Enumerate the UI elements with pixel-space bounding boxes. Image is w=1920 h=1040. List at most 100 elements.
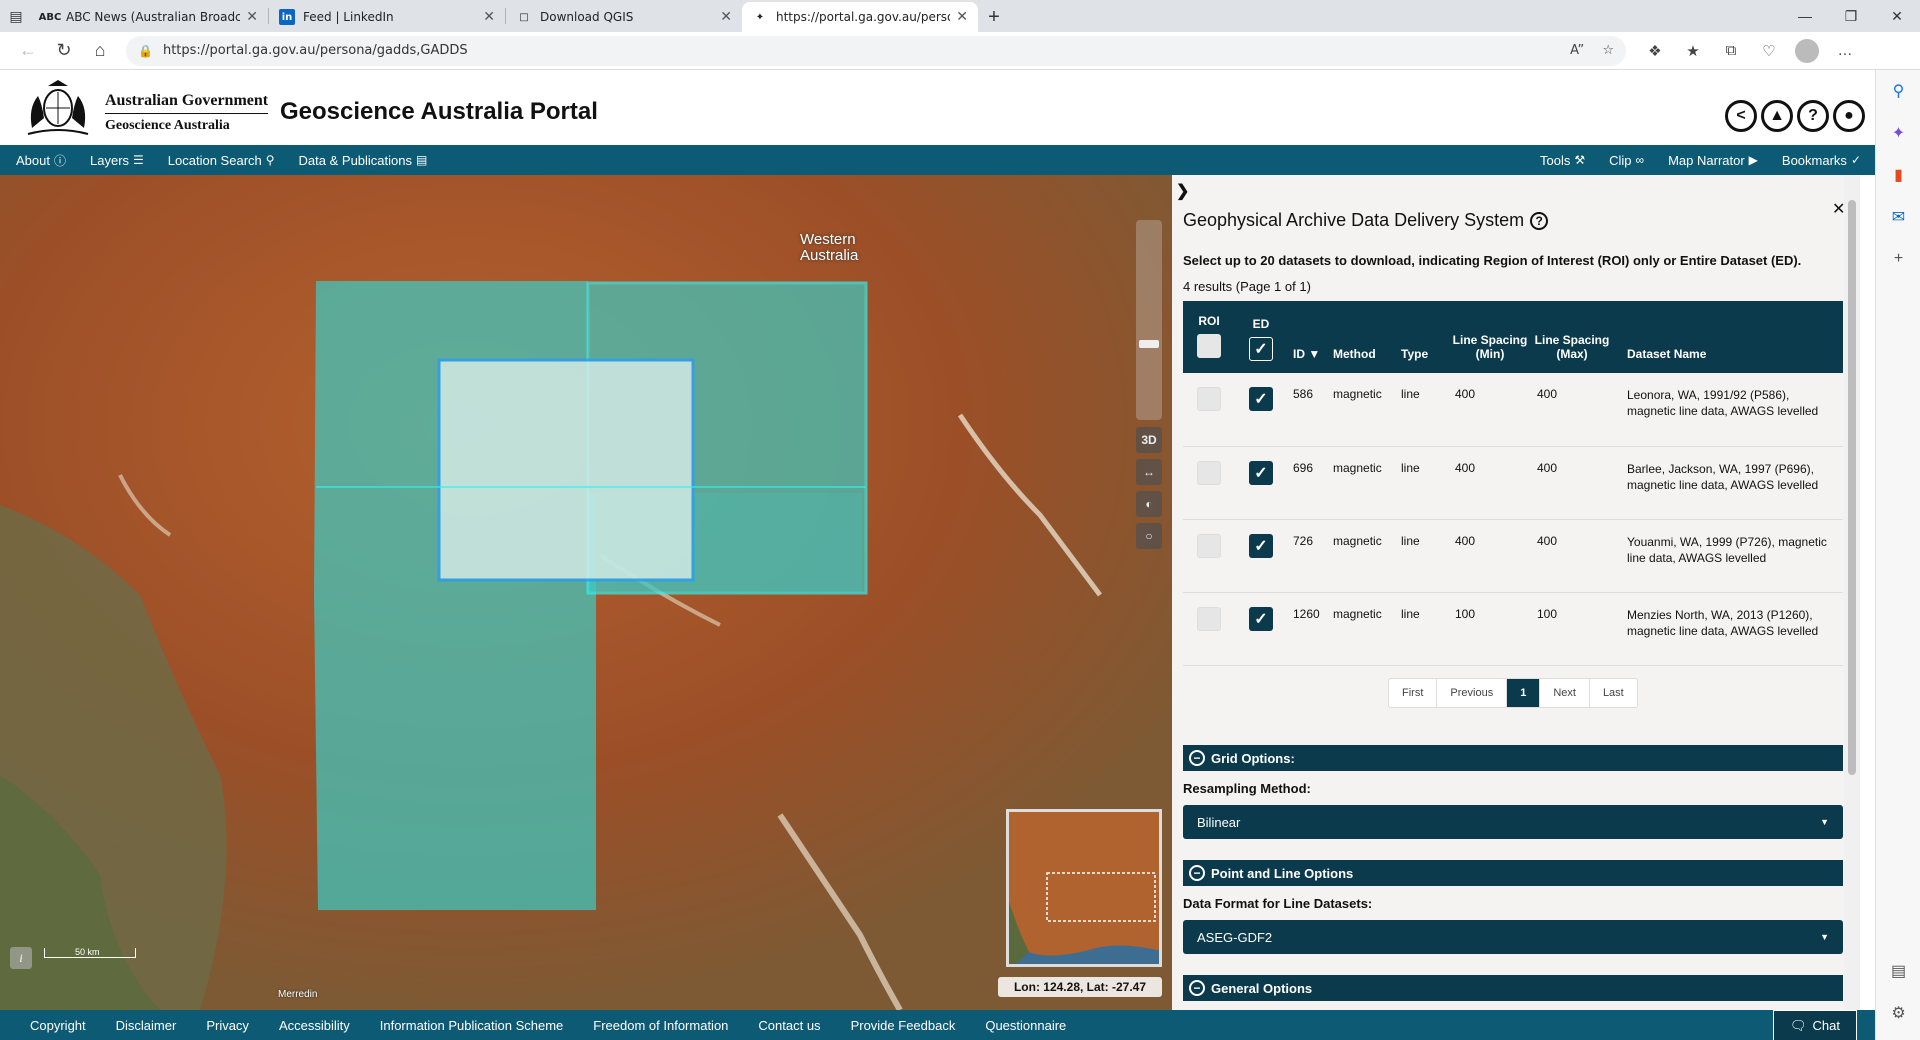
close-icon[interactable]: ✕ [720, 9, 732, 25]
footer-link-privacy[interactable]: Privacy [191, 1018, 264, 1033]
panel-scrollbar[interactable] [1844, 175, 1860, 1010]
general-options-header[interactable]: − General Options [1183, 975, 1843, 1001]
map-canvas[interactable]: Western Australia 3D ↔ ◐ ○ Lon: 124.28, … [0, 175, 1172, 1010]
footer-link-foi[interactable]: Freedom of Information [578, 1018, 743, 1033]
footer-link-questionnaire[interactable]: Questionnaire [970, 1018, 1081, 1033]
nav-layers[interactable]: Layers ☰ [74, 153, 152, 168]
outlook-icon[interactable]: ✉ [1876, 196, 1920, 238]
nav-about[interactable]: About ⓘ [0, 152, 74, 169]
roi-checkbox[interactable] [1197, 460, 1221, 485]
reset-view-icon[interactable]: ○ [1136, 523, 1162, 549]
globe-icon[interactable]: ◐ [1136, 491, 1162, 517]
compare-icon[interactable]: ↔ [1136, 459, 1162, 485]
nav-map-narrator[interactable]: Map Narrator ▶ [1652, 153, 1766, 168]
nav-clip[interactable]: Clip ∞ [1593, 153, 1652, 168]
ed-checkbox[interactable]: ✓ [1249, 387, 1273, 411]
roi-cell [1183, 519, 1235, 592]
user-icon[interactable]: ● [1833, 100, 1865, 132]
footer-link-contact[interactable]: Contact us [743, 1018, 835, 1033]
nav-bookmarks[interactable]: Bookmarks ✓ [1766, 153, 1875, 168]
panel-instructions: Select up to 20 datasets to download, in… [1183, 253, 1802, 268]
page-first-button[interactable]: First [1389, 679, 1438, 707]
collapse-icon[interactable]: − [1189, 750, 1205, 766]
page-1-button[interactable]: 1 [1507, 679, 1541, 707]
browser-tab[interactable]: in Feed | LinkedIn ✕ [269, 2, 505, 32]
footer-link-accessibility[interactable]: Accessibility [264, 1018, 365, 1033]
browser-essentials-icon[interactable]: ♡ [1750, 36, 1788, 66]
close-icon[interactable]: ✕ [246, 9, 258, 25]
cell-id: 586 [1293, 387, 1314, 401]
browser-tab[interactable]: ABC ABC News (Australian Broadcasti ✕ [32, 2, 268, 32]
roi-checkbox[interactable] [1197, 387, 1221, 411]
office-icon[interactable]: ▮ [1876, 154, 1920, 196]
help-icon[interactable]: ? [1797, 100, 1829, 132]
collapse-icon[interactable]: − [1189, 865, 1205, 881]
point-line-options-header[interactable]: − Point and Line Options [1183, 860, 1843, 886]
sort-down-icon[interactable]: ▼ [1308, 347, 1320, 361]
info-button[interactable]: i [10, 947, 32, 969]
back-button[interactable]: ← [10, 35, 46, 67]
3d-toggle-button[interactable]: 3D [1136, 427, 1162, 453]
lock-icon[interactable]: 🔒 [138, 44, 153, 58]
page-last-button[interactable]: Last [1590, 679, 1637, 707]
resampling-select[interactable]: Bilinear ▼ [1183, 805, 1843, 839]
search-icon[interactable]: ⚲ [1876, 70, 1920, 112]
home-button[interactable]: ⌂ [82, 35, 118, 67]
avatar[interactable] [1795, 38, 1819, 63]
resampling-value: Bilinear [1197, 814, 1241, 830]
roi-checkbox[interactable] [1197, 533, 1221, 558]
page-next-button[interactable]: Next [1540, 679, 1590, 707]
sidebar-layout-icon[interactable]: ▤ [1876, 950, 1920, 992]
nav-data-publications[interactable]: Data & Publications ▤ [283, 153, 436, 168]
footer-link-copyright[interactable]: Copyright [0, 1018, 101, 1033]
grid-options-header[interactable]: − Grid Options: [1183, 745, 1843, 771]
chat-button[interactable]: 🗨 Chat [1773, 1010, 1857, 1040]
extensions-icon[interactable]: ❖ [1636, 36, 1674, 66]
roi-checkbox[interactable] [1197, 606, 1221, 631]
roi-selection-box[interactable] [437, 358, 695, 582]
select-all-ed-checkbox[interactable]: ✓ [1249, 337, 1273, 361]
restore-icon[interactable]: ❐ [1828, 0, 1874, 32]
url-text[interactable]: https://portal.ga.gov.au/persona/gadds,G… [163, 43, 1556, 58]
refresh-button[interactable]: ↻ [46, 35, 82, 67]
new-tab-button[interactable]: + [978, 2, 1010, 32]
ed-checkbox[interactable]: ✓ [1249, 533, 1273, 558]
footer-link-disclaimer[interactable]: Disclaimer [101, 1018, 192, 1033]
nav-tools[interactable]: Tools ⚒ [1524, 153, 1593, 168]
tab-actions-icon[interactable]: ▤ [0, 0, 32, 32]
url-field[interactable]: 🔒 https://portal.ga.gov.au/persona/gadds… [126, 35, 1626, 66]
favorites-icon[interactable]: ★ [1674, 36, 1712, 66]
add-icon[interactable]: + [1876, 238, 1920, 280]
col-id[interactable]: ID ▼ [1287, 301, 1333, 373]
minimize-icon[interactable]: — [1782, 0, 1828, 32]
page-previous-button[interactable]: Previous [1437, 679, 1508, 707]
share-icon[interactable]: < [1725, 100, 1757, 132]
persona-icon[interactable]: ▲ [1761, 100, 1793, 132]
more-icon[interactable]: … [1826, 36, 1864, 66]
add-favorite-icon[interactable]: ☆ [1602, 43, 1614, 58]
data-format-select[interactable]: ASEG-GDF2 ▼ [1183, 920, 1843, 954]
copilot-icon[interactable]: ✦ [1876, 112, 1920, 154]
overview-minimap[interactable] [1006, 809, 1162, 967]
read-aloud-icon[interactable]: A” [1570, 43, 1584, 58]
select-all-roi-checkbox[interactable] [1197, 334, 1221, 358]
footer-link-ips[interactable]: Information Publication Scheme [365, 1018, 579, 1033]
window-controls: — ❐ ✕ [1782, 0, 1920, 32]
zoom-slider-thumb[interactable] [1139, 340, 1159, 348]
close-icon[interactable]: ✕ [483, 9, 495, 25]
scrollbar-thumb[interactable] [1848, 200, 1856, 775]
collections-icon[interactable]: ⧉ [1712, 36, 1750, 66]
collapse-panel-icon[interactable]: ❯ [1176, 181, 1189, 201]
browser-tab-active[interactable]: ✦ https://portal.ga.gov.au/persona ✕ [742, 2, 978, 32]
ed-checkbox[interactable]: ✓ [1249, 606, 1273, 631]
help-icon[interactable]: ? [1530, 211, 1549, 230]
settings-icon[interactable]: ⚙ [1876, 992, 1920, 1034]
browser-tab[interactable]: □ Download QGIS ✕ [506, 2, 742, 32]
ed-checkbox[interactable]: ✓ [1249, 460, 1273, 485]
close-icon[interactable]: ✕ [956, 9, 968, 25]
zoom-slider[interactable] [1136, 220, 1162, 420]
nav-location-search[interactable]: Location Search ⚲ [152, 153, 283, 168]
close-window-icon[interactable]: ✕ [1874, 0, 1920, 32]
footer-link-feedback[interactable]: Provide Feedback [836, 1018, 971, 1033]
collapse-icon[interactable]: − [1189, 980, 1205, 996]
